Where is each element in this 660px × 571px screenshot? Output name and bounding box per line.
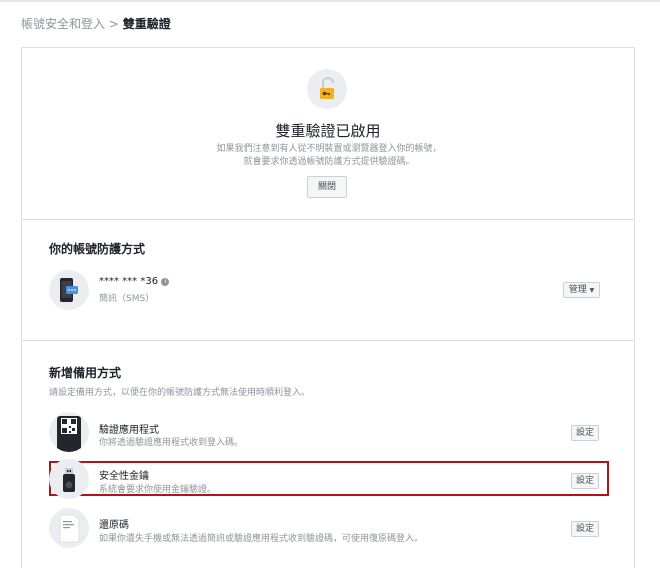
- manage-label: 管理: [568, 285, 587, 295]
- authenticator-name: 驗證應用程式: [99, 425, 159, 436]
- backup-heading: 新增備用方式: [49, 366, 122, 380]
- caret-down-icon: ▼: [589, 287, 595, 294]
- info-icon[interactable]: i: [161, 278, 170, 286]
- recovery-codes-desc: 如果你遺失手機或無法透過簡訊或驗證應用程式收到驗證碼，可使用復原碼登入。: [99, 534, 424, 544]
- sms-number-text: **** *** *36: [99, 276, 159, 287]
- status-section: 雙重驗證已啟用 如果我們注意到有人從不明裝置或瀏覽器登入你的帳號，就會要求你透過…: [22, 48, 634, 220]
- unlocked-padlock-icon: [307, 69, 347, 109]
- breadcrumb-parent-link[interactable]: 帳號安全和登入: [21, 17, 105, 31]
- security-key-desc: 系統會要求你使用金鑰驗證。: [99, 485, 217, 495]
- top-divider: [0, 0, 660, 2]
- sms-method-type: 簡訊（SMS）: [99, 294, 155, 304]
- security-key-name: 安全性金鑰: [99, 471, 149, 482]
- authenticator-desc: 你將透過驗證應用程式收到登入碼。: [99, 438, 244, 448]
- backup-subtitle: 請設定備用方式，以便在你的帳號防護方式無法使用時順利登入。: [49, 388, 311, 398]
- usb-security-key-icon: [49, 459, 89, 499]
- security-key-setup-button[interactable]: 設定: [571, 473, 599, 489]
- two-factor-panel: 雙重驗證已啟用 如果我們注意到有人從不明裝置或瀏覽器登入你的帳號，就會要求你透過…: [21, 47, 635, 568]
- authenticator-setup-button[interactable]: 設定: [571, 425, 599, 441]
- page-title: 雙重驗證已啟用: [275, 122, 381, 140]
- recovery-code-document-icon: [49, 508, 89, 548]
- turn-off-button[interactable]: 關閉: [307, 176, 347, 198]
- recovery-codes-name: 還原碼: [99, 520, 129, 531]
- breadcrumb-separator: >: [108, 17, 119, 31]
- recovery-codes-setup-button[interactable]: 設定: [571, 521, 599, 537]
- breadcrumb-current: 雙重驗證: [122, 17, 171, 31]
- sms-number: **** *** *36 i: [99, 276, 170, 287]
- status-description: 如果我們注意到有人從不明裝置或瀏覽器登入你的帳號，就會要求你透過帳號防護方式提供…: [216, 144, 442, 167]
- sms-phone-icon: [49, 270, 89, 310]
- qr-code-phone-icon: [49, 412, 89, 452]
- backup-section: 新增備用方式 請設定備用方式，以便在你的帳號防護方式無法使用時順利登入。 驗證應…: [22, 341, 634, 571]
- protection-section: 你的帳號防護方式 **** *** *36 i 簡訊（SMS） 管理 ▼: [22, 220, 634, 341]
- protection-heading: 你的帳號防護方式: [49, 242, 146, 256]
- breadcrumb: 帳號安全和登入 > 雙重驗證: [21, 15, 171, 32]
- manage-dropdown-button[interactable]: 管理 ▼: [563, 282, 600, 298]
